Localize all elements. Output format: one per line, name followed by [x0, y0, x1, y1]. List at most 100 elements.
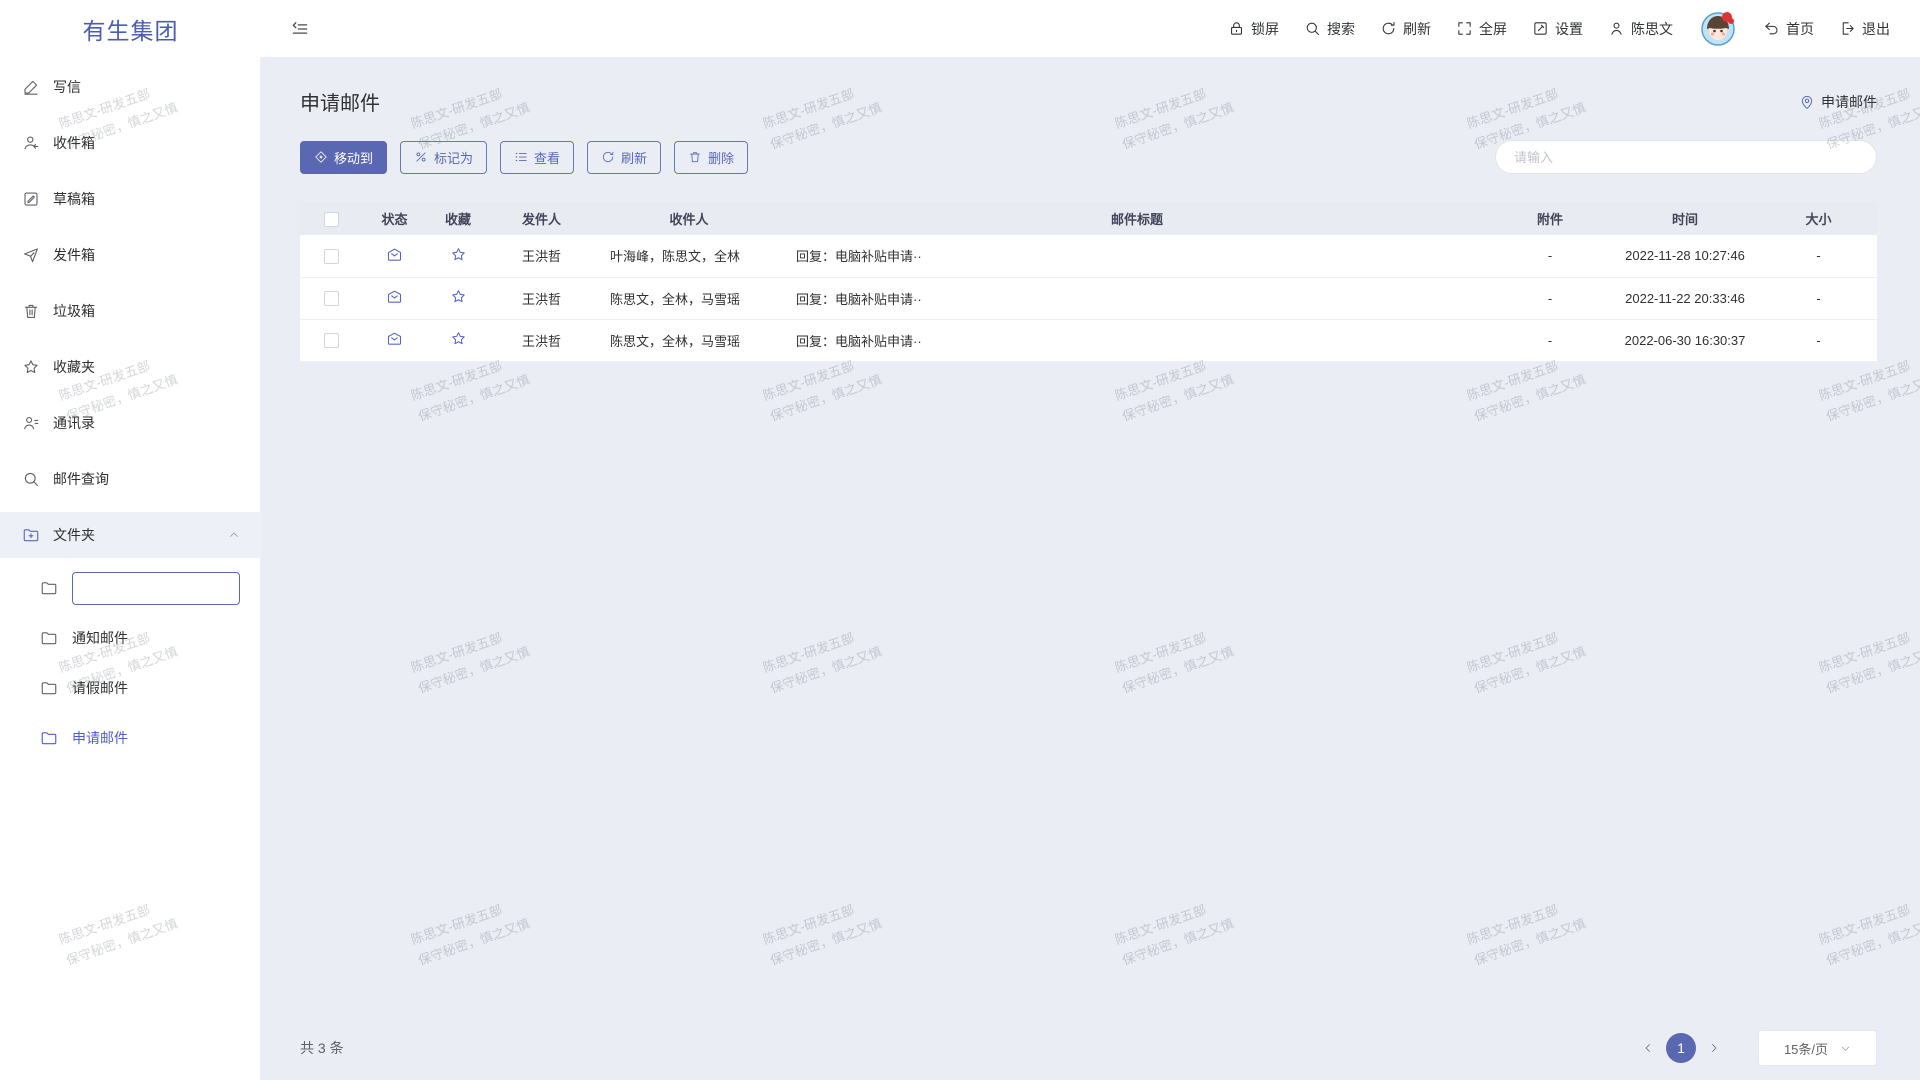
page-size-select[interactable]: 15条/页	[1758, 1030, 1877, 1066]
row-checkbox[interactable]	[324, 333, 339, 348]
star-icon[interactable]	[450, 246, 467, 263]
trash-icon	[22, 302, 40, 320]
mail-time: 2022-11-22 20:33:46	[1610, 277, 1760, 319]
new-folder-name-input[interactable]	[72, 572, 240, 605]
page-number[interactable]: 1	[1666, 1033, 1696, 1063]
mail-size: -	[1760, 277, 1877, 319]
refresh-button[interactable]: 刷新	[1380, 19, 1431, 39]
breadcrumb[interactable]: 申请邮件	[1799, 92, 1877, 112]
home-button[interactable]: 首页	[1763, 19, 1814, 39]
col-status: 状态	[362, 202, 427, 235]
settings-button[interactable]: 设置	[1532, 19, 1583, 39]
mail-attachment: -	[1490, 235, 1610, 277]
mail-sender: 王洪哲	[489, 235, 594, 277]
sidebar-item-sent[interactable]: 发件箱	[0, 232, 260, 278]
mail-row[interactable]: 王洪哲 叶海峰，陈思文，全林 回复：电脑补贴申请·· - 2022-11-28 …	[300, 235, 1877, 277]
sidebar-item-inbox[interactable]: 收件箱	[0, 120, 260, 166]
user-icon	[1608, 20, 1625, 37]
move-icon	[314, 150, 328, 164]
brand-logo: 有生集团	[0, 12, 261, 46]
mark-icon	[414, 150, 428, 164]
folder-add-icon	[22, 526, 40, 544]
lock-screen-button[interactable]: 锁屏	[1228, 19, 1279, 39]
pagination: 1 15条/页	[1637, 1030, 1877, 1066]
lock-icon	[1228, 20, 1245, 37]
compose-icon	[22, 78, 40, 96]
chevron-up-icon[interactable]	[228, 529, 240, 541]
footer: 共 3 条 1 15条/页	[300, 1030, 1877, 1066]
topbar-actions: 锁屏 搜索 刷新 全屏 设置 陈思文	[1228, 9, 1920, 49]
mail-table: 状态 收藏 发件人 收件人 邮件标题 附件 时间 大小 王洪哲 叶海峰，陈思文，…	[300, 202, 1877, 362]
refresh-icon	[1380, 20, 1397, 37]
select-all-checkbox[interactable]	[324, 212, 339, 227]
mail-subject: 回复：电脑补贴申请··	[784, 319, 1490, 361]
move-to-button[interactable]: 移动到	[300, 141, 387, 174]
mail-open-icon	[386, 288, 403, 305]
col-subject: 邮件标题	[784, 202, 1490, 235]
folder-icon	[40, 629, 58, 647]
new-folder-row	[0, 568, 260, 608]
sidebar-item-mail-search[interactable]: 邮件查询	[0, 456, 260, 502]
fullscreen-button[interactable]: 全屏	[1456, 19, 1507, 39]
sidebar-folder-notice-mail[interactable]: 通知邮件	[0, 618, 260, 658]
sidebar-folder-leave-mail[interactable]: 请假邮件	[0, 668, 260, 708]
delete-icon	[688, 150, 702, 164]
col-time: 时间	[1610, 202, 1760, 235]
col-favorite: 收藏	[427, 202, 489, 235]
col-size: 大小	[1760, 202, 1877, 235]
sidebar-item-favorites[interactable]: 收藏夹	[0, 344, 260, 390]
sidebar-item-contacts[interactable]: 通讯录	[0, 400, 260, 446]
total-count: 共 3 条	[300, 1038, 344, 1058]
mail-row[interactable]: 王洪哲 陈思文，全林，马雪瑶 回复：电脑补贴申请·· - 2022-11-22 …	[300, 277, 1877, 319]
contacts-icon	[22, 414, 40, 432]
home-back-icon	[1763, 20, 1780, 37]
mail-open-icon	[386, 330, 403, 347]
row-checkbox[interactable]	[324, 249, 339, 264]
delete-button[interactable]: 删除	[674, 141, 748, 174]
drafts-icon	[22, 190, 40, 208]
current-user-button[interactable]: 陈思文	[1608, 19, 1673, 39]
fullscreen-icon	[1456, 20, 1473, 37]
mail-sender: 王洪哲	[489, 277, 594, 319]
mail-subject: 回复：电脑补贴申请··	[784, 235, 1490, 277]
folder-icon	[40, 679, 58, 697]
sent-icon	[22, 246, 40, 264]
sidebar-item-compose[interactable]: 写信	[0, 64, 260, 110]
main-content: 申请邮件 申请邮件 移动到 标记为 查看 刷新 删除	[261, 57, 1920, 1080]
row-checkbox[interactable]	[324, 291, 339, 306]
chevron-down-icon	[1840, 1043, 1851, 1054]
mail-recipients: 陈思文，全林，马雪瑶	[594, 277, 784, 319]
page-title: 申请邮件	[300, 87, 380, 116]
logout-button[interactable]: 退出	[1839, 19, 1890, 39]
mail-attachment: -	[1490, 319, 1610, 361]
mail-subject: 回复：电脑补贴申请··	[784, 277, 1490, 319]
menu-fold-icon[interactable]	[290, 19, 310, 39]
sidebar-item-trash[interactable]: 垃圾箱	[0, 288, 260, 334]
star-icon[interactable]	[450, 288, 467, 305]
mail-search-icon	[22, 470, 40, 488]
view-button[interactable]: 查看	[500, 141, 574, 174]
sidebar-item-drafts[interactable]: 草稿箱	[0, 176, 260, 222]
settings-icon	[1532, 20, 1549, 37]
star-icon[interactable]	[450, 330, 467, 347]
mail-attachment: -	[1490, 277, 1610, 319]
refresh-list-button[interactable]: 刷新	[587, 141, 661, 174]
toolbar: 移动到 标记为 查看 刷新 删除	[300, 140, 1877, 174]
sidebar-folder-application-mail[interactable]: 申请邮件	[0, 718, 260, 758]
location-pin-icon	[1799, 94, 1815, 110]
search-button[interactable]: 搜索	[1304, 19, 1355, 39]
next-page-button[interactable]	[1703, 1033, 1725, 1063]
inbox-icon	[22, 134, 40, 152]
col-sender: 发件人	[489, 202, 594, 235]
mark-as-button[interactable]: 标记为	[400, 141, 487, 174]
user-avatar[interactable]	[1698, 9, 1738, 49]
prev-page-button[interactable]	[1637, 1033, 1659, 1063]
topbar: 有生集团 锁屏 搜索 刷新 全屏 设置 陈思文	[0, 0, 1920, 57]
folder-icon	[40, 579, 58, 597]
mail-size: -	[1760, 319, 1877, 361]
logout-icon	[1839, 20, 1856, 37]
mail-row[interactable]: 王洪哲 陈思文，全林，马雪瑶 回复：电脑补贴申请·· - 2022-06-30 …	[300, 319, 1877, 361]
search-input[interactable]	[1495, 140, 1877, 174]
view-icon	[514, 150, 528, 164]
sidebar-item-folders[interactable]: 文件夹	[0, 512, 260, 558]
